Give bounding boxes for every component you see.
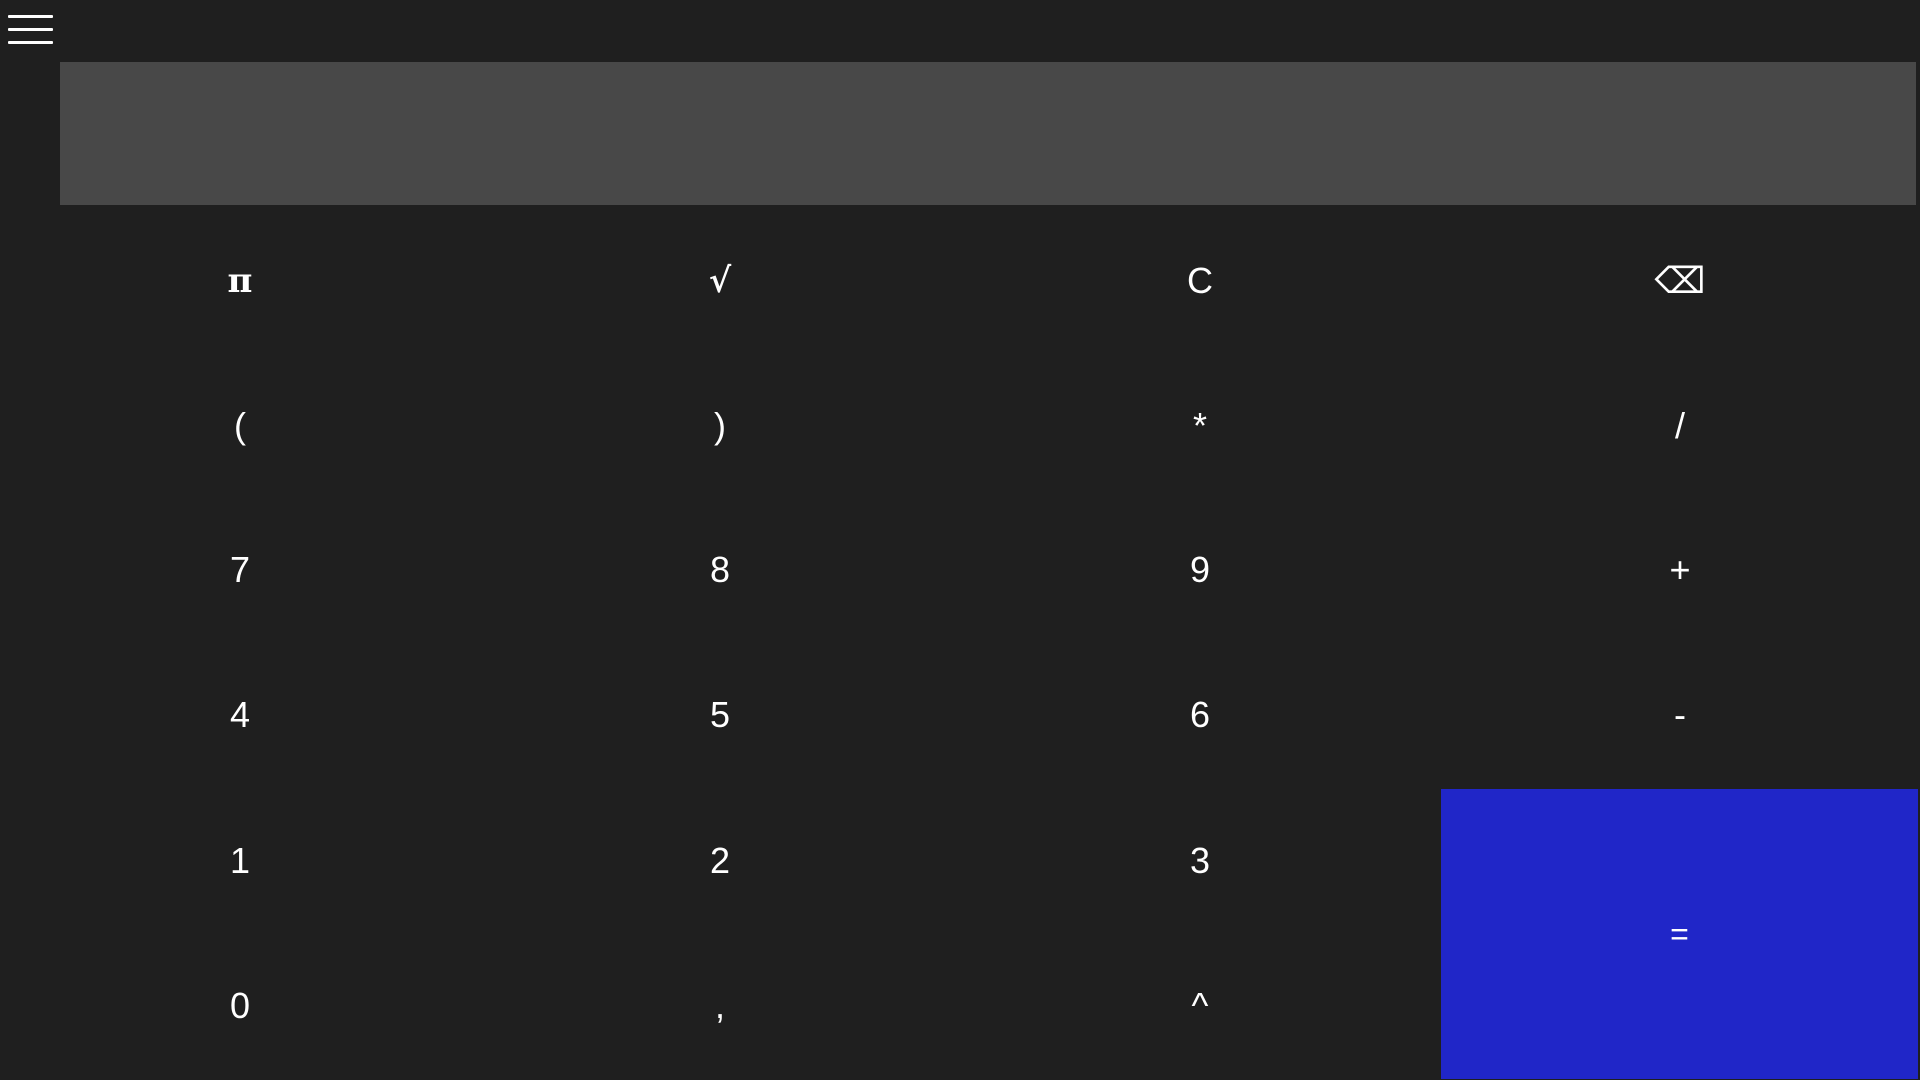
digit-4-button[interactable]: 4: [0, 642, 480, 787]
square-root-button[interactable]: √: [480, 208, 960, 353]
clear-button[interactable]: C: [960, 208, 1440, 353]
divide-button[interactable]: /: [1440, 353, 1920, 498]
digit-0-button[interactable]: 0: [0, 933, 480, 1078]
digit-3-button[interactable]: 3: [960, 788, 1440, 933]
power-button[interactable]: ^: [960, 933, 1440, 1078]
minus-button[interactable]: -: [1440, 642, 1920, 787]
digit-5-button[interactable]: 5: [480, 642, 960, 787]
menu-bar-top: [8, 15, 53, 18]
menu-bar-middle: [8, 28, 53, 31]
multiply-button[interactable]: *: [960, 353, 1440, 498]
backspace-button[interactable]: ⌫: [1440, 208, 1920, 353]
digit-9-button[interactable]: 9: [960, 497, 1440, 642]
digit-7-button[interactable]: 7: [0, 497, 480, 642]
open-paren-button[interactable]: (: [0, 353, 480, 498]
digit-2-button[interactable]: 2: [480, 788, 960, 933]
pi-button[interactable]: π: [0, 208, 480, 353]
plus-button[interactable]: +: [1440, 497, 1920, 642]
digit-1-button[interactable]: 1: [0, 788, 480, 933]
calculator-display[interactable]: [60, 62, 1916, 205]
digit-8-button[interactable]: 8: [480, 497, 960, 642]
menu-bar-bottom: [8, 41, 53, 44]
equals-button[interactable]: =: [1441, 789, 1918, 1079]
hamburger-menu-icon[interactable]: [4, 10, 56, 50]
digit-6-button[interactable]: 6: [960, 642, 1440, 787]
calculator-app: π √ C ⌫ ( ) * / 7 8 9 + 4 5 6 - 1 2 3 0 …: [0, 0, 1920, 1080]
comma-button[interactable]: ,: [480, 933, 960, 1078]
close-paren-button[interactable]: ): [480, 353, 960, 498]
